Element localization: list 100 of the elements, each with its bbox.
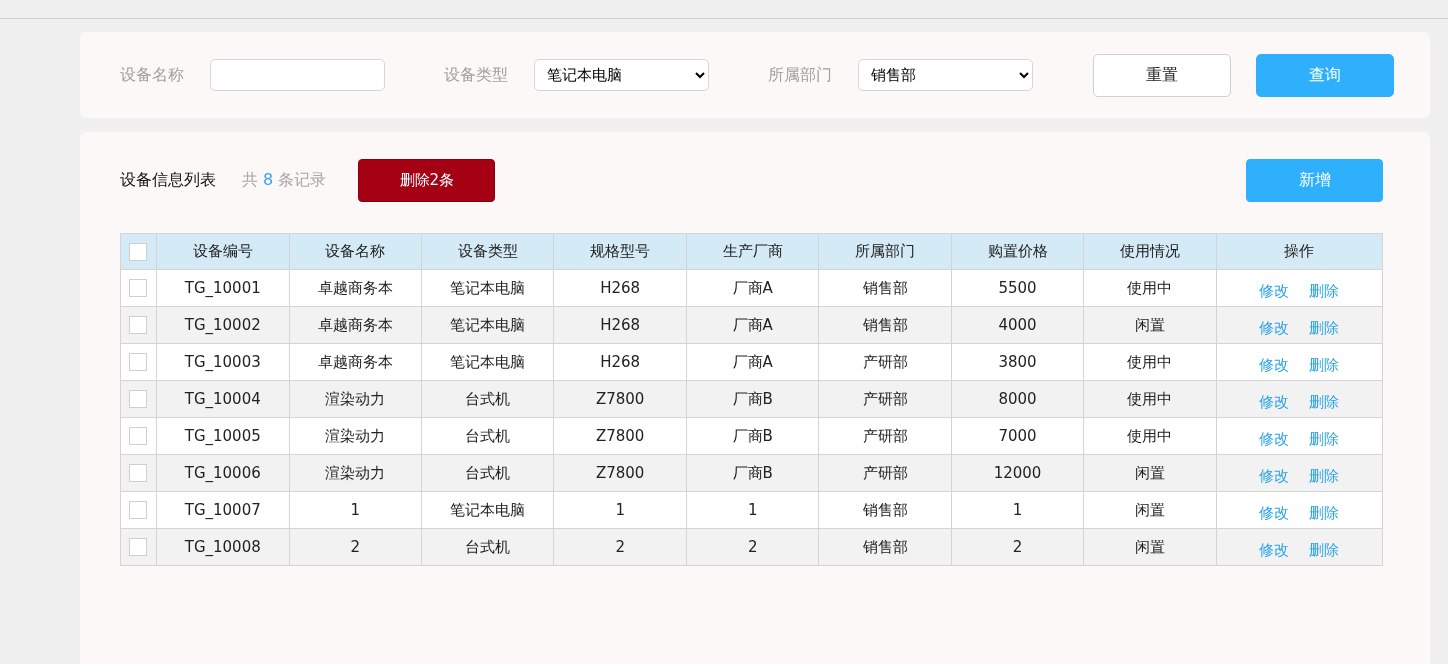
table-cell: 笔记本电脑 — [421, 306, 554, 344]
table-cell: 4000 — [951, 306, 1084, 344]
checkbox[interactable] — [129, 279, 148, 298]
table-cell: 7000 — [951, 417, 1084, 455]
dropdown[interactable]: 销售部 — [858, 59, 1033, 91]
checkbox[interactable] — [129, 464, 148, 483]
table-cell: 厂商A — [686, 343, 819, 381]
delete-link[interactable]: 删除 — [1309, 466, 1340, 485]
edit-link[interactable]: 修改 — [1259, 355, 1290, 374]
table-cell: H268 — [553, 343, 687, 381]
checkbox[interactable] — [129, 242, 148, 261]
column-header: 设备编号 — [156, 233, 290, 270]
table-cell: 销售部 — [818, 306, 952, 344]
checkbox[interactable] — [129, 501, 148, 520]
edit-link[interactable]: 修改 — [1259, 429, 1290, 448]
table-cell: 8000 — [951, 380, 1084, 418]
delete-link[interactable]: 删除 — [1309, 429, 1340, 448]
edit-link[interactable]: 修改 — [1259, 503, 1290, 522]
edit-link[interactable]: 修改 — [1259, 318, 1290, 337]
column-header: 使用情况 — [1083, 233, 1217, 270]
table-cell: TG_10004 — [156, 380, 290, 418]
search-button[interactable]: 查询 — [1256, 53, 1394, 97]
dropdown[interactable]: 笔记本电脑 — [534, 59, 709, 91]
table-cell: TG_10008 — [156, 528, 290, 566]
filter-label: 设备类型 — [444, 64, 508, 86]
table-cell: 销售部 — [818, 491, 952, 529]
table-cell: 产研部 — [818, 343, 952, 381]
table-cell: 卓越商务本 — [289, 269, 422, 307]
checkbox[interactable] — [129, 427, 148, 446]
table-cell: 闲置 — [1083, 528, 1217, 566]
table-cell: 厂商A — [686, 306, 819, 344]
delete-link[interactable]: 删除 — [1309, 503, 1340, 522]
table-cell: 使用中 — [1083, 269, 1217, 307]
delete-link[interactable]: 删除 — [1309, 318, 1340, 337]
edit-link[interactable]: 修改 — [1259, 466, 1290, 485]
table-cell: H268 — [553, 306, 687, 344]
table-cell: 2 — [951, 528, 1084, 566]
table-cell: 台式机 — [421, 454, 554, 492]
checkbox[interactable] — [129, 538, 148, 557]
table-cell: Z7800 — [553, 380, 687, 418]
table-cell: 笔记本电脑 — [421, 343, 554, 381]
delete-link[interactable]: 删除 — [1309, 281, 1340, 300]
table-cell: 台式机 — [421, 380, 554, 418]
table-cell: 使用中 — [1083, 343, 1217, 381]
table-cell: 2 — [289, 528, 422, 566]
table-cell: 1 — [951, 491, 1084, 529]
table-cell: 闲置 — [1083, 454, 1217, 492]
table-cell: 12000 — [951, 454, 1084, 492]
table-cell: 5500 — [951, 269, 1084, 307]
table-cell: 产研部 — [818, 417, 952, 455]
delete-link[interactable]: 删除 — [1309, 355, 1340, 374]
table-cell: 渲染动力 — [289, 417, 422, 455]
table-cell: 渲染动力 — [289, 454, 422, 492]
table-cell: 2 — [553, 528, 687, 566]
reset-button[interactable]: 重置 — [1093, 53, 1231, 97]
table-cell: 台式机 — [421, 417, 554, 455]
table-cell: TG_10001 — [156, 269, 290, 307]
table-cell: 卓越商务本 — [289, 306, 422, 344]
table-cell: 销售部 — [818, 269, 952, 307]
table-cell: TG_10005 — [156, 417, 290, 455]
add-button[interactable]: 新增 — [1246, 159, 1383, 202]
checkbox[interactable] — [129, 390, 148, 409]
table-cell: 笔记本电脑 — [421, 269, 554, 307]
table-cell: 产研部 — [818, 454, 952, 492]
table-cell: TG_10007 — [156, 491, 290, 529]
table-cell: 1 — [289, 491, 422, 529]
table-cell: 笔记本电脑 — [421, 491, 554, 529]
table-cell: 厂商A — [686, 269, 819, 307]
column-header: 生产厂商 — [686, 233, 819, 270]
table-cell: 闲置 — [1083, 491, 1217, 529]
filter-label: 所属部门 — [768, 64, 832, 86]
column-header: 所属部门 — [818, 233, 952, 270]
delete-button[interactable]: 删除2条 — [358, 159, 496, 202]
table-cell: H268 — [553, 269, 687, 307]
table-cell: 1 — [686, 491, 819, 529]
table-cell: TG_10002 — [156, 306, 290, 344]
checkbox[interactable] — [129, 316, 148, 335]
column-header: 购置价格 — [951, 233, 1084, 270]
table-cell: 闲置 — [1083, 306, 1217, 344]
table-cell: 1 — [553, 491, 687, 529]
table-cell: Z7800 — [553, 417, 687, 455]
delete-link[interactable]: 删除 — [1309, 392, 1340, 411]
table-cell: 产研部 — [818, 380, 952, 418]
column-header: 操作 — [1216, 233, 1383, 270]
edit-link[interactable]: 修改 — [1259, 392, 1290, 411]
delete-link[interactable]: 删除 — [1309, 540, 1340, 559]
list-title: 设备信息列表 — [120, 170, 216, 191]
table-cell: 使用中 — [1083, 380, 1217, 418]
edit-link[interactable]: 修改 — [1259, 281, 1290, 300]
column-header: 规格型号 — [553, 233, 687, 270]
column-header: 设备类型 — [421, 233, 554, 270]
table-cell: 使用中 — [1083, 417, 1217, 455]
table-cell: 渲染动力 — [289, 380, 422, 418]
table-cell: 厂商B — [686, 417, 819, 455]
input-field[interactable] — [210, 59, 385, 91]
checkbox[interactable] — [129, 353, 148, 372]
table-cell: 销售部 — [818, 528, 952, 566]
edit-link[interactable]: 修改 — [1259, 540, 1290, 559]
table-cell: TG_10003 — [156, 343, 290, 381]
record-count: 共 8 条记录 — [242, 170, 327, 191]
